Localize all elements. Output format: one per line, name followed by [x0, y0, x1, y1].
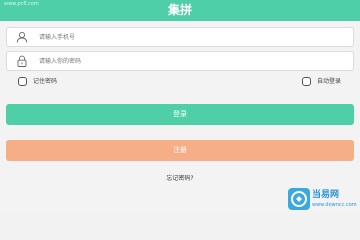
- lock-icon: [17, 55, 27, 67]
- site-watermark: 当易网 www.downcc.com: [288, 186, 358, 212]
- phone-field[interactable]: [6, 27, 354, 47]
- auto-login-checkbox[interactable]: [302, 77, 311, 86]
- app-header: www.pc6.com 集拼: [0, 0, 360, 21]
- auto-login-label: 自动登录: [317, 78, 342, 85]
- login-button[interactable]: 登录: [6, 104, 354, 125]
- watermark-name: 当易网: [312, 190, 340, 200]
- remember-password-checkbox[interactable]: [18, 77, 27, 86]
- forgot-password-link[interactable]: 忘记密码?: [0, 175, 360, 183]
- phone-input[interactable]: [39, 28, 339, 46]
- password-input[interactable]: [39, 52, 339, 70]
- register-button[interactable]: 注册: [6, 140, 354, 161]
- user-icon: [16, 31, 28, 43]
- watermark-url: www.downcc.com: [312, 202, 357, 208]
- remember-password-label: 记住密码: [33, 78, 58, 85]
- watermark-logo-icon: [288, 188, 310, 210]
- page-title: 集拼: [167, 3, 192, 17]
- remember-password-option[interactable]: 记住密码: [18, 77, 78, 89]
- login-screen: www.pc6.com 集拼 记住密码 自动登录 登录 注册 忘记密码?: [0, 0, 360, 213]
- auto-login-option[interactable]: 自动登录: [302, 77, 358, 89]
- password-field[interactable]: [6, 51, 354, 71]
